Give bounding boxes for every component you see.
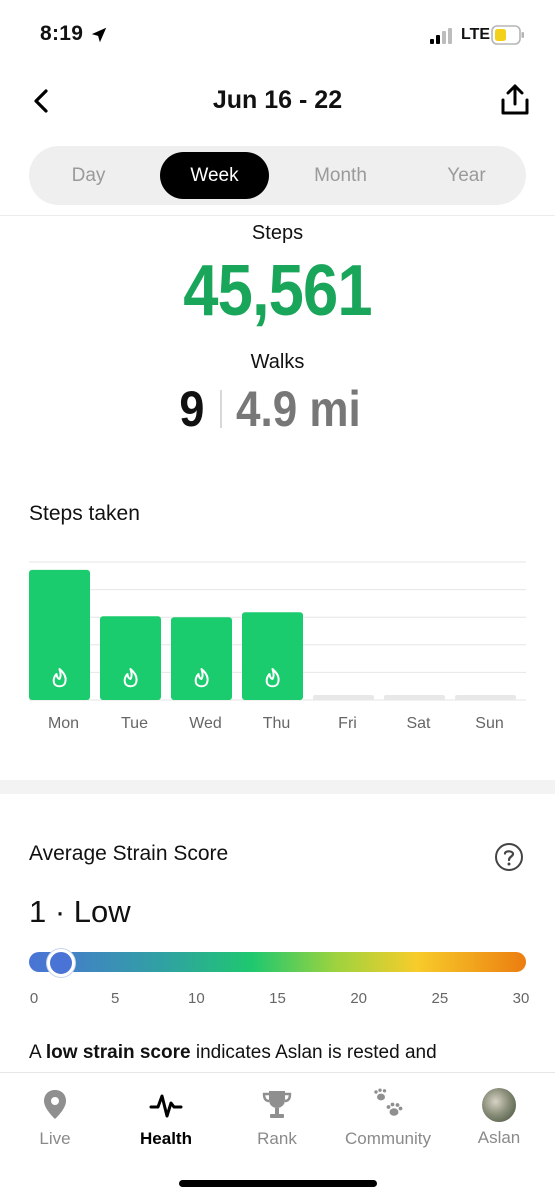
walks-label: Walks — [250, 351, 305, 373]
strain-tick-label: 20 — [350, 990, 367, 1007]
strain-desc-prefix: A — [29, 1042, 46, 1063]
strain-tick-label: 25 — [431, 990, 449, 1007]
page-title: Jun 16 - 22 — [212, 86, 343, 114]
share-icon[interactable] — [497, 82, 533, 118]
tab-label: Community — [345, 1129, 431, 1148]
pulse-icon — [149, 1094, 183, 1118]
tab-live[interactable]: Live — [0, 1087, 110, 1149]
strain-score: 1 · Low — [29, 894, 131, 929]
chart-title: Steps taken — [29, 502, 140, 525]
strain-scale-ticks: 0 5 10 15 20 25 30 — [0, 990, 555, 1010]
status-bar: 8:19 LTE — [0, 0, 555, 70]
chart-bar-mon[interactable] — [29, 569, 90, 700]
tab-week[interactable]: Week — [160, 152, 269, 199]
tab-community[interactable]: Community — [333, 1087, 443, 1149]
walks-summary: 9 4.9 mi — [0, 380, 555, 438]
network-type: LTE — [461, 26, 491, 43]
strain-tick-label: 0 — [29, 990, 39, 1007]
tab-label: Health — [140, 1129, 192, 1148]
chart-tick-label: Thu — [263, 715, 291, 732]
tab-label: Live — [39, 1129, 71, 1148]
chart-bar-tue[interactable] — [100, 616, 161, 700]
chart-tick-label: Tue — [121, 715, 148, 732]
steps-value: 45,561 — [183, 251, 372, 331]
chart-bar-wed[interactable] — [171, 617, 232, 700]
status-time: 8:19 — [40, 22, 84, 45]
signal-icon — [430, 28, 452, 44]
chart-tick-label: Fri — [338, 715, 357, 732]
help-icon[interactable] — [494, 842, 524, 872]
strain-desc-suffix: indicates Aslan is rested and — [190, 1042, 437, 1063]
avatar — [482, 1088, 516, 1122]
strain-indicator-knob — [46, 949, 75, 977]
strain-tick-label: 30 — [512, 990, 530, 1007]
chart-bar-sat[interactable] — [384, 695, 445, 700]
home-indicator — [179, 1180, 377, 1187]
tab-year[interactable]: Year — [415, 152, 518, 199]
section-divider — [0, 780, 555, 794]
divider — [0, 215, 555, 216]
chart-tick-label: Sat — [406, 715, 431, 732]
strain-title: Average Strain Score — [29, 842, 229, 865]
steps-label: Steps — [251, 222, 304, 244]
walks-count: 9 — [179, 381, 205, 437]
chart-tick-label: Mon — [48, 715, 79, 732]
period-segmented-control: Day Week Month Year — [29, 146, 526, 205]
strain-description: A low strain score indicates Aslan is re… — [29, 1042, 529, 1064]
battery-icon — [491, 25, 524, 45]
trophy-icon — [262, 1091, 292, 1118]
location-arrow-icon — [91, 27, 107, 43]
walks-distance: 4.9 mi — [235, 381, 361, 437]
tab-month[interactable]: Month — [288, 152, 393, 199]
strain-tick-label: 5 — [110, 990, 120, 1007]
tab-day[interactable]: Day — [37, 152, 140, 199]
strain-tick-label: 10 — [187, 990, 205, 1007]
tab-label: Aslan — [477, 1128, 521, 1147]
strain-gradient-bar — [29, 952, 526, 972]
strain-desc-bold: low strain score — [45, 1042, 191, 1063]
tab-health[interactable]: Health — [111, 1087, 221, 1149]
paw-prints-icon — [374, 1088, 403, 1116]
location-pin-icon — [44, 1090, 66, 1119]
chart-tick-label: Wed — [189, 715, 222, 732]
strain-tick-label: 15 — [269, 990, 286, 1007]
steps-bar-chart: Mon Tue Wed Thu Fri Sat Sun — [29, 561, 526, 732]
chart-tick-label: Sun — [475, 715, 503, 732]
tab-rank[interactable]: Rank — [222, 1087, 332, 1149]
chart-bar-sun[interactable] — [455, 695, 516, 700]
tab-label: Rank — [257, 1129, 297, 1148]
walks-separator — [219, 390, 222, 428]
tab-profile[interactable]: Aslan — [444, 1087, 554, 1148]
chart-bar-fri[interactable] — [313, 695, 374, 700]
